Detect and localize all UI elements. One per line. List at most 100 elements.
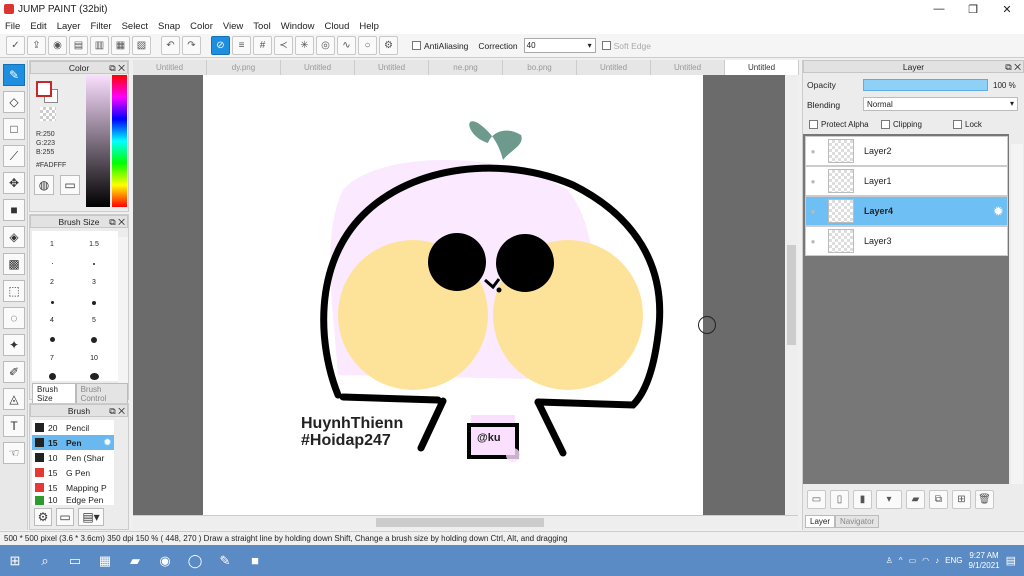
brush-item-g-pen[interactable]: 15 G Pen: [32, 465, 114, 480]
protect-alpha-checkbox[interactable]: [809, 120, 818, 129]
restore-button[interactable]: ❐: [956, 3, 990, 16]
antialiasing-checkbox[interactable]: [412, 41, 421, 50]
doc-tab[interactable]: Untitled: [355, 60, 429, 75]
layer-row-layer1[interactable]: ● Layer1: [805, 166, 1008, 196]
doc-tab-active[interactable]: Untitled: [725, 60, 799, 75]
brush-menu-icon[interactable]: ▤▾: [78, 508, 104, 526]
doc-tab[interactable]: Untitled: [281, 60, 355, 75]
visibility-icon[interactable]: ●: [806, 237, 820, 246]
size-option-7[interactable]: 7: [32, 355, 72, 362]
size-dot[interactable]: [32, 337, 72, 342]
battery-icon[interactable]: ▭: [909, 556, 917, 565]
zalo-icon[interactable]: ◉: [150, 545, 180, 576]
person-icon[interactable]: ♙: [886, 556, 893, 565]
menu-window[interactable]: Window: [276, 21, 320, 32]
rectangle-tool-icon[interactable]: □: [3, 118, 25, 140]
folder-icon[interactable]: ▰: [906, 490, 925, 509]
menu-view[interactable]: View: [218, 21, 248, 32]
drawing-canvas[interactable]: HuynhThienn #Hoidap247 @ku: [203, 75, 716, 515]
radial-snap-icon[interactable]: ≺: [274, 36, 293, 55]
curve-snap-icon[interactable]: ∿: [337, 36, 356, 55]
lasso-tool-icon[interactable]: ◌: [3, 307, 25, 329]
visibility-icon[interactable]: ●: [806, 207, 820, 216]
clock[interactable]: 9:27 AM 9/1/2021: [968, 551, 999, 571]
size-option-4[interactable]: 4: [32, 317, 72, 324]
layer-row-layer3[interactable]: ● Layer3: [805, 226, 1008, 256]
task-view-icon[interactable]: ▭: [60, 545, 90, 576]
fill-rect-tool-icon[interactable]: ■: [3, 199, 25, 221]
new-layer-1bit-icon[interactable]: ▮: [853, 490, 872, 509]
move-tool-icon[interactable]: ✥: [3, 172, 25, 194]
close-icon[interactable]: ⧉ ✕: [1005, 61, 1021, 73]
size-dot[interactable]: [32, 301, 72, 304]
redo-icon[interactable]: ↷: [182, 36, 201, 55]
visibility-icon[interactable]: ●: [806, 177, 820, 186]
select-pen-icon[interactable]: ✐: [3, 361, 25, 383]
menu-snap[interactable]: Snap: [153, 21, 185, 32]
brush-item-mapping-pen[interactable]: 15 Mapping P: [32, 480, 114, 495]
foreground-color-swatch[interactable]: [36, 81, 52, 97]
chevron-up-icon[interactable]: ^: [899, 556, 903, 565]
opera-icon[interactable]: ◯: [180, 545, 210, 576]
edit-page-icon[interactable]: ▧: [132, 36, 151, 55]
store-icon[interactable]: ▦: [90, 545, 120, 576]
cloud-check-icon[interactable]: ✓: [6, 36, 25, 55]
search-icon[interactable]: ⌕: [30, 545, 60, 576]
menu-cloud[interactable]: Cloud: [320, 21, 355, 32]
windows-start-icon[interactable]: ⊞: [0, 545, 30, 576]
volume-icon[interactable]: ♪: [935, 556, 939, 565]
color-saturation-box[interactable]: [86, 75, 110, 207]
transparent-swatch[interactable]: [40, 107, 56, 121]
doc-tab[interactable]: dy.png: [207, 60, 281, 75]
tab-brush-size[interactable]: Brush Size: [32, 383, 76, 405]
size-option-10[interactable]: 10: [74, 355, 114, 362]
close-icon[interactable]: ⧉ ✕: [109, 405, 125, 417]
page-icon[interactable]: ▥: [90, 36, 109, 55]
language-indicator[interactable]: ENG: [945, 556, 962, 565]
tab-navigator[interactable]: Navigator: [835, 515, 880, 528]
parallel-snap-icon[interactable]: ≡: [232, 36, 251, 55]
export-icon[interactable]: ⇪: [27, 36, 46, 55]
snap-settings-icon[interactable]: ⚙: [379, 36, 398, 55]
ellipse-snap-icon[interactable]: ○: [358, 36, 377, 55]
gear-icon[interactable]: ✹: [994, 205, 1003, 218]
paint-icon[interactable]: ✎: [210, 545, 240, 576]
menu-select[interactable]: Select: [117, 21, 153, 32]
new-layer-icon[interactable]: ▭: [807, 490, 826, 509]
layer-menu-icon[interactable]: ▾: [876, 490, 902, 509]
minimize-button[interactable]: —: [922, 3, 956, 16]
doc-tab[interactable]: Untitled: [651, 60, 725, 75]
eraser-tool-icon[interactable]: ◇: [3, 91, 25, 113]
close-icon[interactable]: ⧉ ✕: [109, 62, 125, 74]
select-rect-tool-icon[interactable]: ⬚: [3, 280, 25, 302]
speech-icon[interactable]: ◉: [48, 36, 67, 55]
delete-layer-icon[interactable]: 🗑: [975, 490, 994, 509]
merge-layer-icon[interactable]: ⊞: [952, 490, 971, 509]
magic-wand-icon[interactable]: ✦: [3, 334, 25, 356]
size-option-1[interactable]: 1: [32, 241, 72, 248]
undo-icon[interactable]: ↶: [161, 36, 180, 55]
size-dot[interactable]: [74, 373, 114, 380]
doc-tab[interactable]: Untitled: [577, 60, 651, 75]
layer-row-layer2[interactable]: ● Layer2: [805, 136, 1008, 166]
layer-row-layer4[interactable]: ● Layer4 ✹: [805, 196, 1008, 226]
menu-edit[interactable]: Edit: [25, 21, 51, 32]
menu-file[interactable]: File: [0, 21, 25, 32]
message-icon[interactable]: ▤: [69, 36, 88, 55]
size-option-5[interactable]: 5: [74, 317, 114, 324]
circle-snap-icon[interactable]: ◎: [316, 36, 335, 55]
layout-icon[interactable]: ▦: [111, 36, 130, 55]
size-dot[interactable]: [32, 263, 72, 264]
brush-item-pen[interactable]: 15 Pen ✹: [32, 435, 114, 450]
size-option-1.5[interactable]: 1.5: [74, 241, 114, 248]
layer-scrollbar[interactable]: [1011, 144, 1023, 484]
brush-item-pencil[interactable]: 20 Pencil: [32, 420, 114, 435]
correction-select[interactable]: 40 ▾: [523, 38, 596, 53]
lock-checkbox[interactable]: [953, 120, 962, 129]
select-eraser-icon[interactable]: ◬: [3, 388, 25, 410]
size-option-3[interactable]: 3: [74, 279, 114, 286]
vertical-scrollbar[interactable]: [785, 75, 798, 515]
visibility-icon[interactable]: ●: [806, 147, 820, 156]
menu-layer[interactable]: Layer: [52, 21, 86, 32]
add-brush-icon[interactable]: ⚙: [34, 508, 52, 526]
